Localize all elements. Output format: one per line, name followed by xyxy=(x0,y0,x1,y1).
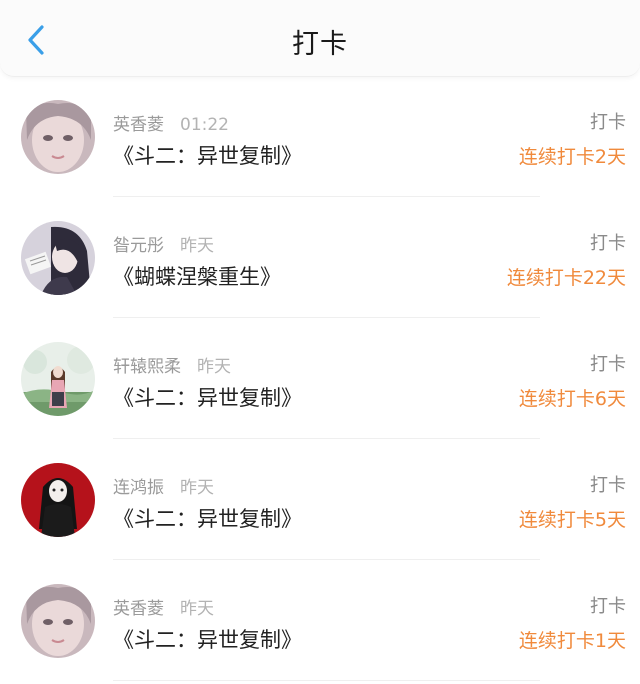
book-title[interactable]: 《蝴蝶涅槃重生》 xyxy=(113,261,281,291)
checkin-page: 打卡 英香菱 01:22 《斗二：异世复制》 打卡 连续打卡2天 昝元彤 昨天 … xyxy=(0,0,640,684)
checkin-label: 打卡 xyxy=(590,475,626,496)
entry-time: 昨天 xyxy=(180,236,214,256)
user-name[interactable]: 昝元彤 xyxy=(113,236,164,256)
list-item[interactable]: 轩辕熙柔 昨天 《斗二：异世复制》 打卡 连续打卡6天 xyxy=(0,318,640,439)
user-name[interactable]: 轩辕熙柔 xyxy=(113,357,181,377)
divider xyxy=(113,680,540,681)
avatar[interactable] xyxy=(21,100,95,174)
list-item[interactable]: 英香菱 01:22 《斗二：异世复制》 打卡 连续打卡2天 xyxy=(0,76,640,197)
entry-meta: 昝元彤 昨天 xyxy=(113,231,214,256)
entry-meta: 英香菱 01:22 xyxy=(113,110,229,135)
checkin-label: 打卡 xyxy=(590,233,626,254)
top-bar: 打卡 xyxy=(0,0,640,77)
streak-text: 连续打卡22天 xyxy=(506,267,626,289)
avatar[interactable] xyxy=(21,584,95,658)
checkin-label: 打卡 xyxy=(590,112,626,133)
checkin-label: 打卡 xyxy=(590,596,626,617)
streak-text: 连续打卡2天 xyxy=(518,146,626,168)
entry-time: 昨天 xyxy=(180,478,214,498)
entry-time: 01:22 xyxy=(180,115,229,135)
streak-text: 连续打卡6天 xyxy=(518,388,626,410)
streak-text: 连续打卡1天 xyxy=(518,630,626,652)
list-item[interactable]: 英香菱 昨天 《斗二：异世复制》 打卡 连续打卡1天 xyxy=(0,560,640,681)
avatar[interactable] xyxy=(21,342,95,416)
book-title[interactable]: 《斗二：异世复制》 xyxy=(113,140,302,170)
user-name[interactable]: 英香菱 xyxy=(113,115,164,135)
book-title[interactable]: 《斗二：异世复制》 xyxy=(113,624,302,654)
avatar[interactable] xyxy=(21,221,95,295)
entry-meta: 轩辕熙柔 昨天 xyxy=(113,352,231,377)
streak-text: 连续打卡5天 xyxy=(518,509,626,531)
list-item[interactable]: 连鸿振 昨天 《斗二：异世复制》 打卡 连续打卡5天 xyxy=(0,439,640,560)
page-title: 打卡 xyxy=(292,29,348,60)
user-name[interactable]: 连鸿振 xyxy=(113,478,164,498)
checkin-list: 英香菱 01:22 《斗二：异世复制》 打卡 连续打卡2天 昝元彤 昨天 《蝴蝶… xyxy=(0,76,640,681)
book-title[interactable]: 《斗二：异世复制》 xyxy=(113,382,302,412)
entry-time: 昨天 xyxy=(197,357,231,377)
avatar[interactable] xyxy=(21,463,95,537)
entry-meta: 连鸿振 昨天 xyxy=(113,473,214,498)
entry-meta: 英香菱 昨天 xyxy=(113,594,214,619)
checkin-label: 打卡 xyxy=(590,354,626,375)
book-title[interactable]: 《斗二：异世复制》 xyxy=(113,503,302,533)
user-name[interactable]: 英香菱 xyxy=(113,599,164,619)
entry-time: 昨天 xyxy=(180,599,214,619)
list-item[interactable]: 昝元彤 昨天 《蝴蝶涅槃重生》 打卡 连续打卡22天 xyxy=(0,197,640,318)
